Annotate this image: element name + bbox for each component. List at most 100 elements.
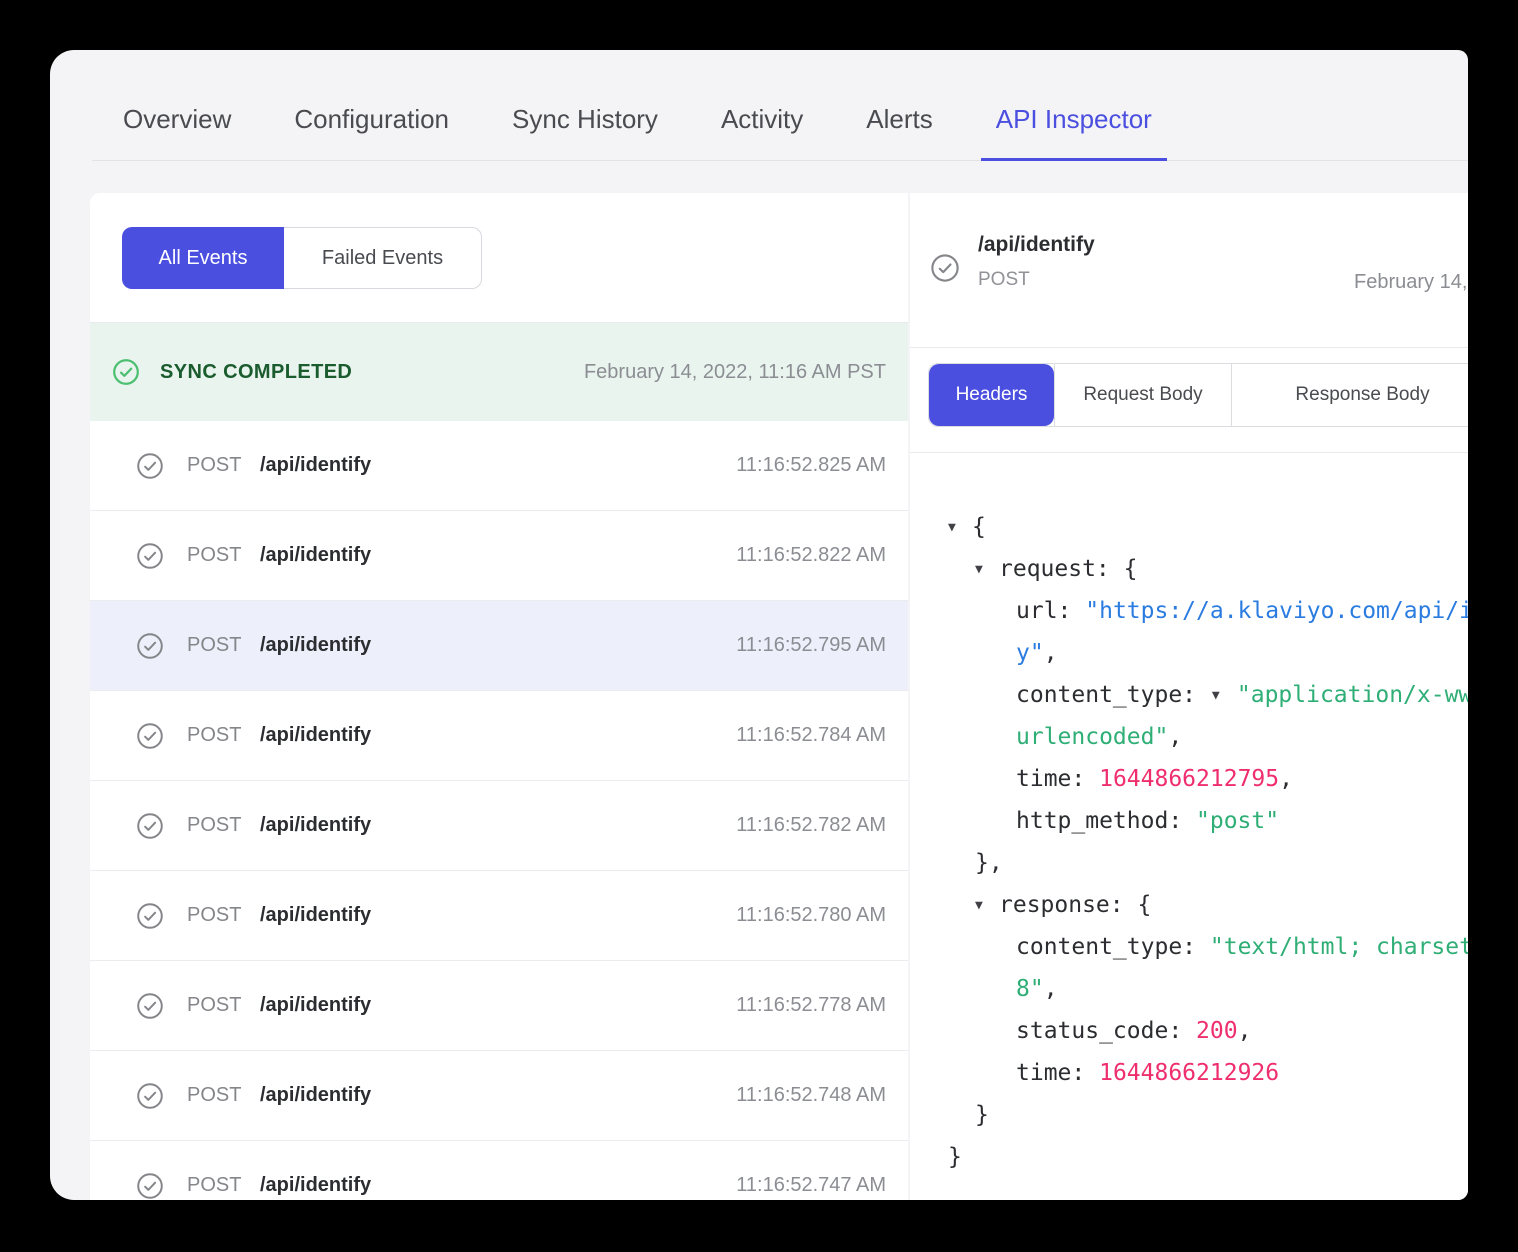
top-nav: Overview Configuration Sync History Activit… [50,50,1468,161]
failed-events-button[interactable]: Failed Events [284,227,482,289]
sync-completed-banner: SYNC COMPLETED February 14, 2022, 11:16 … [90,323,908,421]
event-method: POST [187,1084,260,1107]
detail-tabs: HeadersRequest BodyResponse Body [928,363,1468,427]
code-token: { [1137,892,1151,918]
event-time: 11:16:52.748 AM [736,1084,886,1107]
code-token: { [1124,556,1138,582]
event-method: POST [187,724,260,747]
check-circle-icon [136,722,164,750]
code-line: } [910,1094,1468,1136]
code-line: status_code: 200, [910,1010,1468,1052]
code-token: response: [999,892,1137,918]
code-line: ▼response: { [910,884,1468,926]
code-token: y" [1016,640,1044,666]
fold-toggle-icon[interactable]: ▼ [975,549,999,591]
check-circle-icon [136,542,164,570]
event-row[interactable]: POST/api/identify 11:16:52.747 AM [90,1141,908,1200]
check-circle-icon [136,902,164,930]
event-time: 11:16:52.747 AM [736,1174,886,1197]
code-line: ▼request: { [910,548,1468,590]
event-method: POST [187,634,260,657]
code-line: 8", [910,968,1468,1010]
code-token: 8" [1016,976,1044,1002]
code-token: urlencoded" [1016,724,1168,750]
code-token: content_type: [1016,934,1210,960]
check-circle-icon [136,632,164,660]
event-list-panel: All Events Failed Events SYNC COMPLETED … [90,193,908,1200]
event-time: 11:16:52.822 AM [736,544,886,567]
code-line: time: 1644866212926 [910,1052,1468,1094]
event-path: /api/identify [260,454,371,477]
fold-toggle-icon[interactable]: ▼ [975,885,999,927]
code-line: } [910,1136,1468,1178]
code-token: } [948,1144,962,1170]
event-method: POST [187,904,260,927]
event-path: /api/identify [260,724,371,747]
event-method: POST [187,454,260,477]
sync-timestamp: February 14, 2022, 11:16 AM PST [584,361,886,384]
event-method: POST [187,814,260,837]
code-token: time: [1016,1060,1099,1086]
event-method: POST [187,544,260,567]
detail-tab-request-body[interactable]: Request Body [1054,364,1231,426]
code-token: "text/html; charset=utf- [1210,934,1468,960]
event-method: POST [187,1174,260,1197]
nav-tab-configuration[interactable]: Configuration [279,104,464,161]
event-row[interactable]: POST/api/identify11:16:52.784 AM [90,691,908,781]
nav-tab-sync-history[interactable]: Sync History [497,104,673,161]
check-circle-icon [136,812,164,840]
code-line: }, [910,842,1468,884]
event-path: /api/identify [260,1084,371,1107]
event-row[interactable]: POST/api/identify11:16:52.825 AM [90,421,908,511]
code-token: "post" [1196,808,1279,834]
event-method: POST [187,994,260,1017]
event-time: 11:16:52.782 AM [736,814,886,837]
code-token: , [1238,1018,1252,1044]
event-time: 11:16:52.795 AM [736,634,886,657]
event-row[interactable]: POST/api/identify 11:16:52.795 AM [90,601,908,691]
code-token: 1644866212926 [1099,1060,1279,1086]
nav-tab-alerts[interactable]: Alerts [851,104,947,161]
code-token: 1644866212795 [1099,766,1279,792]
check-circle-icon [136,992,164,1020]
fold-toggle-icon[interactable]: ▼ [1210,675,1237,717]
code-token: status_code: [1016,1018,1196,1044]
code-token: { [972,514,986,540]
code-token: time: [1016,766,1099,792]
event-time: 11:16:52.778 AM [736,994,886,1017]
event-path: /api/identify [260,634,371,657]
detail-endpoint: /api/identify [978,233,1095,257]
code-token: request: [999,556,1124,582]
code-line: ▼{ [910,506,1468,548]
event-row[interactable]: POST/api/identify 11:16:52.748 AM [90,1051,908,1141]
code-token: "application/x-www-form- [1237,682,1468,708]
event-row[interactable]: POST/api/identify 11:16:52.782 AM [90,781,908,871]
event-row[interactable]: POST/api/identify11:16:52.780 AM [90,871,908,961]
fold-toggle-icon[interactable]: ▼ [948,507,972,549]
nav-tab-overview[interactable]: Overview [108,104,246,161]
event-rows: POST/api/identify11:16:52.825 AMPOST/api… [90,421,908,1200]
detail-tab-response-body[interactable]: Response Body [1231,364,1468,426]
code-view: ▼{▼request: {url: "https://a.klaviyo.com… [910,453,1468,1178]
nav-tab-api-inspector[interactable]: API Inspector [981,104,1167,161]
nav-tab-activity[interactable]: Activity [706,104,818,161]
detail-tab-headers[interactable]: Headers [929,364,1054,426]
code-token: "https://a.klaviyo.com/api/identif [1085,598,1468,624]
check-circle-icon [930,253,960,283]
code-token: url: [1016,598,1085,624]
code-line: content_type: ▼"application/x-www-form- [910,674,1468,716]
event-path: /api/identify [260,814,371,837]
event-row[interactable]: POST/api/identify 11:16:52.778 AM [90,961,908,1051]
check-circle-success-icon [112,358,140,386]
event-row[interactable]: POST/api/identify11:16:52.822 AM [90,511,908,601]
all-events-button[interactable]: All Events [122,227,284,289]
code-line: urlencoded", [910,716,1468,758]
code-line: time: 1644866212795, [910,758,1468,800]
detail-method: POST [978,269,1030,291]
event-path: /api/identify [260,1174,371,1197]
check-circle-icon [136,1082,164,1110]
event-path: /api/identify [260,994,371,1017]
detail-panel: /api/identify POST February 14, 2022, 11… [910,193,1468,1200]
code-token: , [1279,766,1293,792]
event-filter-toggle: All Events Failed Events [122,227,482,289]
